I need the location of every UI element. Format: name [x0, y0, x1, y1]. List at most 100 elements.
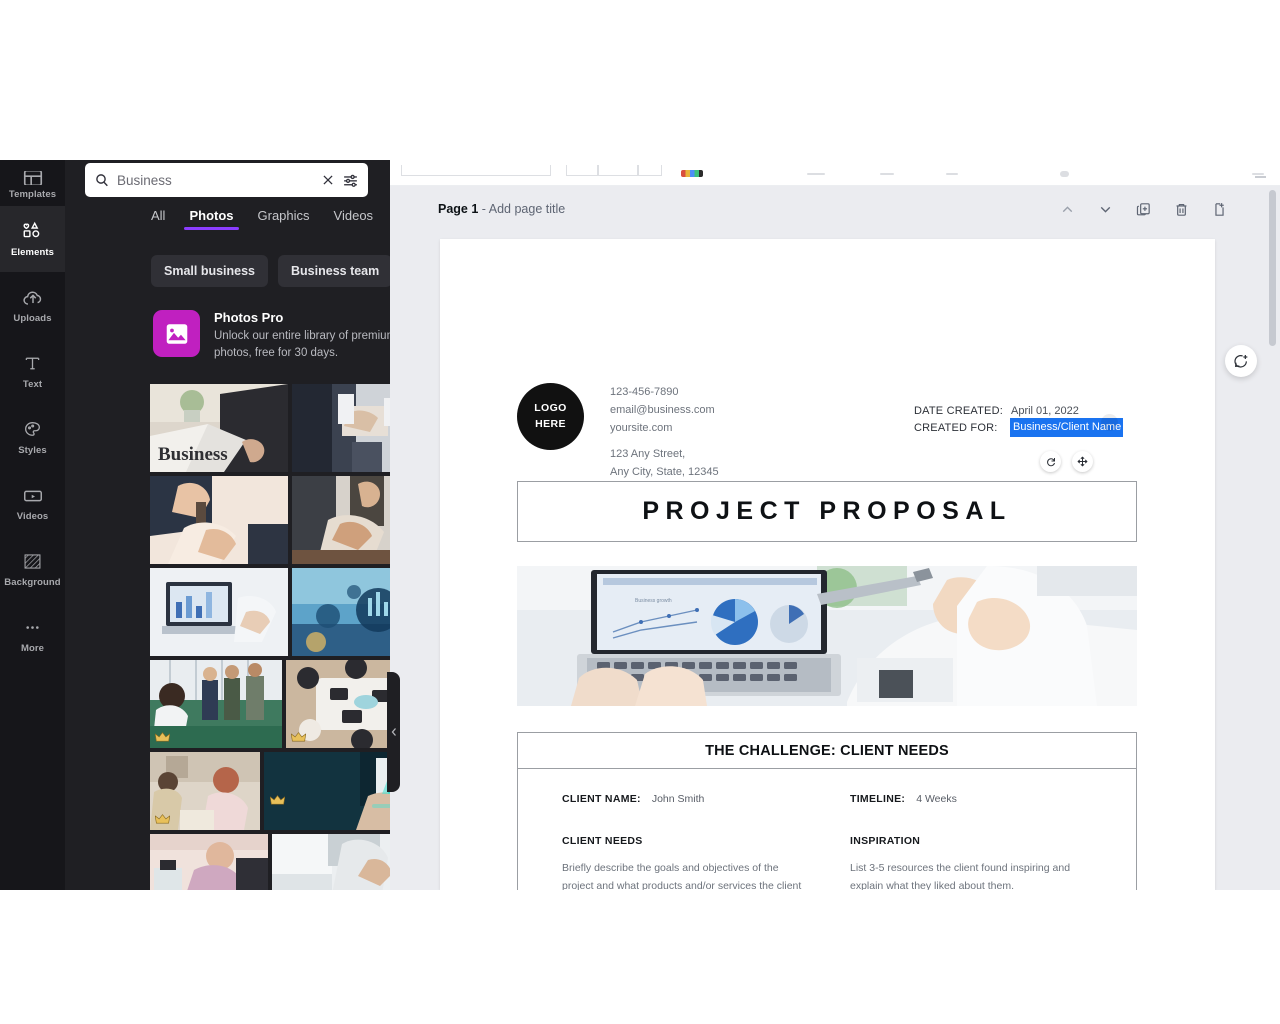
- section-body: CLIENT NAME: John Smith CLIENT NEEDS Bri…: [518, 769, 1136, 890]
- premium-crown-icon: [291, 732, 306, 742]
- meta-key: CREATED FOR:: [914, 421, 998, 434]
- timeline-label: TIMELINE:: [850, 793, 906, 805]
- suggestion-chips: Small business Business team Business: [151, 255, 390, 287]
- clear-search-icon[interactable]: [321, 173, 335, 187]
- contact-website: yoursite.com: [610, 421, 673, 434]
- toolbar-minus-mark: [1255, 176, 1266, 178]
- timeline-row: TIMELINE: 4 Weeks: [850, 793, 1092, 805]
- photo-row: [150, 568, 390, 656]
- photo-thumbnail[interactable]: [150, 476, 288, 564]
- duplicate-page-icon[interactable]: [1135, 201, 1152, 218]
- meta-value[interactable]: April 01, 2022: [1011, 405, 1079, 417]
- add-page-title[interactable]: - Add page title: [482, 202, 565, 216]
- delete-page-icon[interactable]: [1173, 201, 1190, 218]
- photo-thumbnail[interactable]: [150, 752, 260, 830]
- toolbar-control-d[interactable]: [638, 165, 662, 176]
- photo-thumbnail[interactable]: [150, 568, 288, 656]
- photo-thumbnail[interactable]: [286, 660, 390, 748]
- sidebar-item-background[interactable]: Background: [0, 536, 65, 602]
- background-icon: [22, 551, 44, 573]
- page-title-label[interactable]: Page 1 - Add page title: [438, 202, 565, 216]
- color-swatch[interactable]: [681, 170, 703, 177]
- photo-thumbnail[interactable]: [292, 568, 390, 656]
- sidebar-item-text[interactable]: Text: [0, 338, 65, 404]
- proposal-title-box[interactable]: PROJECT PROPOSAL: [517, 481, 1137, 542]
- photo-results-grid: Business: [150, 384, 390, 890]
- add-page-icon[interactable]: [1211, 201, 1228, 218]
- hero-image[interactable]: Business growth: [517, 566, 1137, 706]
- premium-crown-icon: [155, 814, 170, 824]
- logo-line-1: LOGO: [534, 401, 567, 414]
- photos-pro-title: Photos Pro: [214, 310, 284, 325]
- contact-address-line-2: Any City, State, 12345: [610, 466, 719, 479]
- chip-small-business[interactable]: Small business: [151, 255, 269, 287]
- meta-block: DATE CREATED: April 01, 2022 CREATED FOR…: [914, 402, 1125, 437]
- search-bar[interactable]: [85, 163, 368, 197]
- photo-thumbnail[interactable]: [292, 384, 390, 472]
- proposal-title: PROJECT PROPOSAL: [642, 497, 1012, 525]
- toolbar-dot: [807, 173, 825, 175]
- filter-icon[interactable]: [342, 172, 359, 189]
- toolbar-dot: [1060, 171, 1069, 177]
- section-column-right: TIMELINE: 4 Weeks INSPIRATION List 3-5 r…: [850, 793, 1092, 890]
- client-needs-body[interactable]: Briefly describe the goals and objective…: [562, 859, 804, 890]
- search-icon: [94, 172, 110, 188]
- photo-thumbnail[interactable]: [150, 834, 268, 890]
- tab-photos[interactable]: Photos: [184, 208, 239, 230]
- client-name-value[interactable]: John Smith: [652, 793, 705, 805]
- photo-thumbnail[interactable]: [150, 660, 282, 748]
- toolbar-control-b[interactable]: [566, 165, 598, 176]
- toolbar-dot: [946, 173, 958, 175]
- photos-pro-banner[interactable]: Photos Pro Unlock our entire library of …: [153, 310, 390, 361]
- contact-block[interactable]: 123-456-7890 email@business.com yoursite…: [610, 384, 719, 482]
- meta-row-created-for: CREATED FOR: Business/Client Name: [914, 418, 1125, 437]
- sidebar-item-label: Text: [22, 378, 43, 390]
- styles-icon: [22, 419, 44, 441]
- chip-business-team[interactable]: Business team: [278, 255, 390, 287]
- photo-row: Business: [150, 384, 390, 472]
- photo-thumbnail[interactable]: [272, 834, 390, 890]
- contact-phone: 123-456-7890: [610, 386, 679, 398]
- videos-icon: [22, 485, 44, 507]
- meta-key: DATE CREATED:: [914, 404, 1003, 417]
- sidebar-item-videos[interactable]: Videos: [0, 470, 65, 536]
- toolbar-control-a[interactable]: [401, 165, 551, 176]
- canvas-area: Page 1 - Add page title LOGO HERE 123-45…: [390, 160, 1280, 890]
- move-page-down-icon[interactable]: [1097, 201, 1114, 218]
- section-column-left: CLIENT NAME: John Smith CLIENT NEEDS Bri…: [562, 793, 804, 890]
- sidebar-item-elements[interactable]: Elements: [0, 206, 65, 272]
- logo-placeholder[interactable]: LOGO HERE: [517, 383, 584, 450]
- toolbar-control-c[interactable]: [598, 165, 638, 176]
- tab-videos[interactable]: Videos: [334, 208, 374, 230]
- tab-all[interactable]: All: [151, 208, 165, 230]
- sidebar-item-label: Templates: [8, 189, 57, 200]
- add-comment-icon[interactable]: [1225, 345, 1257, 377]
- sidebar-item-uploads[interactable]: Uploads: [0, 272, 65, 338]
- sidebar-item-label: Uploads: [13, 312, 52, 324]
- canvas-scrollbar-thumb[interactable]: [1269, 190, 1276, 346]
- selection-handles: [1040, 451, 1093, 472]
- sidebar-item-label: Styles: [18, 444, 47, 456]
- toolbar-dot: [1252, 173, 1264, 175]
- tab-graphics[interactable]: Graphics: [258, 208, 310, 230]
- sidebar-item-more[interactable]: More: [0, 602, 65, 668]
- photo-thumbnail[interactable]: Business: [150, 384, 288, 472]
- photo-thumbnail[interactable]: [292, 476, 390, 564]
- sidebar-item-label: Background: [4, 576, 61, 588]
- premium-crown-icon: [270, 795, 285, 805]
- search-input[interactable]: [117, 172, 314, 188]
- inspiration-body[interactable]: List 3-5 resources the client found insp…: [850, 859, 1092, 890]
- collapse-panel-handle[interactable]: [387, 672, 400, 792]
- photo-thumbnail[interactable]: [264, 752, 390, 830]
- move-page-up-icon[interactable]: [1059, 201, 1076, 218]
- timeline-value[interactable]: 4 Weeks: [916, 793, 957, 805]
- rotate-handle-icon[interactable]: [1040, 451, 1061, 472]
- sidebar-item-styles[interactable]: Styles: [0, 404, 65, 470]
- sidebar-item-templates[interactable]: Templates: [0, 160, 65, 206]
- editor-window: Templates Elements Uploads Text Styles V…: [0, 160, 1280, 890]
- svg-text:Business growth: Business growth: [635, 598, 672, 604]
- photo-row: [150, 834, 390, 890]
- move-handle-icon[interactable]: [1072, 451, 1093, 472]
- left-rail: Templates Elements Uploads Text Styles V…: [0, 160, 65, 890]
- design-page[interactable]: LOGO HERE 123-456-7890 email@business.co…: [440, 239, 1215, 890]
